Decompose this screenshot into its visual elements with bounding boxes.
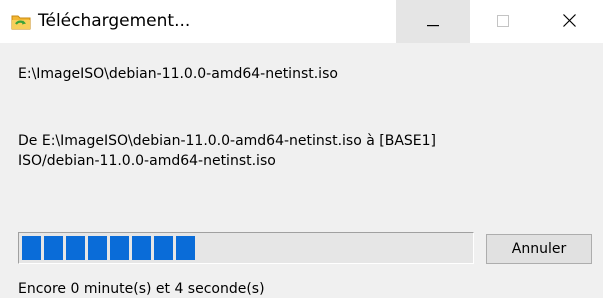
cancel-button[interactable]: Annuler bbox=[486, 234, 592, 264]
minimize-button[interactable] bbox=[396, 0, 470, 43]
window-title: Téléchargement... bbox=[38, 11, 191, 31]
progress-bar bbox=[18, 232, 474, 264]
minimize-icon bbox=[427, 12, 439, 31]
transfer-detail: De E:\ImageISO\debian-11.0.0-amd64-netin… bbox=[18, 131, 578, 171]
progress-chunk bbox=[22, 236, 41, 260]
progress-chunk bbox=[132, 236, 151, 260]
progress-chunk bbox=[110, 236, 129, 260]
transfer-detail-line-2: ISO/debian-11.0.0-amd64-netinst.iso bbox=[18, 153, 276, 169]
close-button[interactable] bbox=[536, 0, 603, 43]
download-dialog: Téléchargement... E:\ImageISO\debian-11.… bbox=[0, 0, 603, 298]
maximize-button bbox=[470, 0, 536, 43]
maximize-icon bbox=[497, 12, 509, 31]
source-path: E:\ImageISO\debian-11.0.0-amd64-netinst.… bbox=[18, 66, 338, 82]
progress-chunk bbox=[66, 236, 85, 260]
progress-fill bbox=[22, 236, 470, 260]
close-icon bbox=[563, 12, 576, 31]
time-remaining: Encore 0 minute(s) et 4 seconde(s) bbox=[18, 281, 265, 297]
folder-transfer-icon bbox=[11, 11, 31, 31]
progress-chunk bbox=[44, 236, 63, 260]
title-bar[interactable]: Téléchargement... bbox=[0, 0, 603, 43]
progress-chunk bbox=[154, 236, 173, 260]
progress-chunk bbox=[176, 236, 195, 260]
progress-chunk bbox=[88, 236, 107, 260]
transfer-detail-line-1: De E:\ImageISO\debian-11.0.0-amd64-netin… bbox=[18, 133, 436, 149]
